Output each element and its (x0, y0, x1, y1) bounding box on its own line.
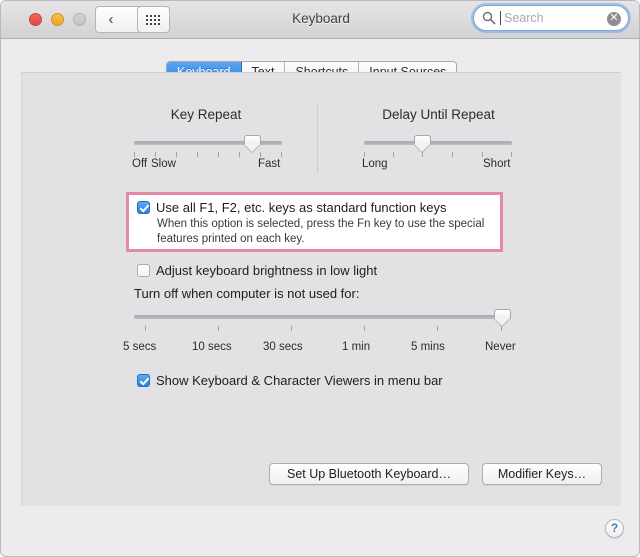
search-field[interactable]: Search ✕ (473, 5, 629, 31)
function-keys-description-line1: When this option is selected, press the … (157, 218, 485, 230)
turn-off-track[interactable] (134, 315, 502, 319)
key-repeat-title: Key Repeat (170, 107, 242, 122)
delay-label-long: Long (362, 158, 388, 170)
turn-off-tick-label-3: 1 min (342, 341, 371, 353)
turn-off-thumb[interactable] (494, 309, 511, 326)
set-up-bluetooth-keyboard-button[interactable]: Set Up Bluetooth Keyboard… (269, 463, 469, 485)
brightness-checkbox[interactable] (137, 264, 150, 277)
modifier-keys-button[interactable]: Modifier Keys… (482, 463, 602, 485)
key-repeat-thumb[interactable] (244, 135, 261, 152)
turn-off-label: Turn off when computer is not used for: (134, 286, 360, 301)
search-icon (482, 11, 496, 25)
delay-until-repeat-title: Delay Until Repeat (382, 107, 495, 122)
delay-until-repeat-track[interactable] (364, 141, 512, 145)
function-keys-description-line2: features printed on each key. (157, 233, 305, 245)
viewers-checkbox[interactable] (137, 374, 150, 387)
turn-off-tick-label-2: 30 secs (263, 341, 303, 353)
section-divider (317, 105, 318, 173)
search-placeholder: Search (504, 11, 544, 25)
key-repeat-label-off: Off (132, 158, 148, 170)
turn-off-tick-label-1: 10 secs (192, 341, 232, 353)
viewers-label: Show Keyboard & Character Viewers in men… (156, 373, 443, 388)
delay-until-repeat-thumb[interactable] (414, 135, 431, 152)
delay-label-short: Short (483, 158, 511, 170)
brightness-label: Adjust keyboard brightness in low light (156, 263, 378, 278)
window-titlebar: ‹ › Keyboard Search ✕ (1, 1, 639, 39)
preferences-window: ‹ › Keyboard Search ✕ Keyboard Text Shor… (0, 0, 640, 557)
function-keys-label: Use all F1, F2, etc. keys as standard fu… (156, 200, 447, 215)
help-button[interactable]: ? (605, 519, 624, 538)
key-repeat-label-fast: Fast (258, 158, 281, 170)
search-text-caret (500, 11, 501, 25)
key-repeat-label-slow: Slow (151, 158, 176, 170)
turn-off-tick-label-0: 5 secs (123, 341, 157, 353)
function-keys-checkbox[interactable] (137, 201, 150, 214)
search-clear-button[interactable]: ✕ (607, 12, 621, 26)
turn-off-tick-label-5: Never (485, 341, 516, 353)
turn-off-tick-label-4: 5 mins (411, 341, 445, 353)
